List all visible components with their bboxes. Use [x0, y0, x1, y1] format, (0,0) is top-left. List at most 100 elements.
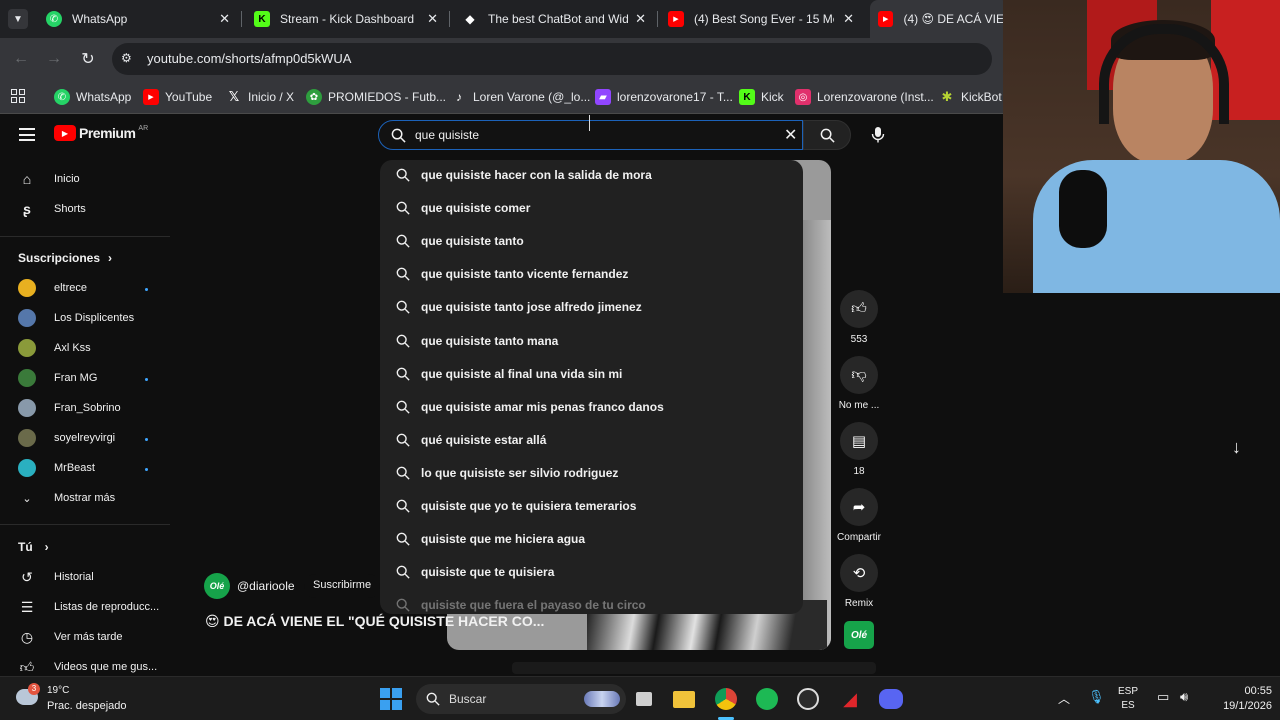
tray-chevron-up-icon[interactable]: ︿: [1058, 690, 1070, 707]
clear-search-icon[interactable]: ✕: [784, 125, 797, 145]
close-icon[interactable]: ✕: [219, 11, 230, 27]
sidebar-item-inicio[interactable]: ⌂ Inicio: [18, 169, 80, 189]
search-suggestion[interactable]: que quisiste tanto vicente fernandez: [396, 265, 628, 283]
suggestion-text: qué quisiste estar allá: [421, 432, 547, 447]
sidebar-subscription[interactable]: Axl Kss: [18, 338, 91, 358]
apps-grid-icon[interactable]: [11, 89, 25, 103]
comments-button[interactable]: ▤ 18: [836, 422, 882, 477]
sidebar-subscription[interactable]: Los Displicentes: [18, 308, 134, 328]
channel-avatar[interactable]: Olé: [204, 573, 230, 599]
windows-start-icon[interactable]: [377, 685, 405, 713]
dislike-button[interactable]: 👎︎ No me ...: [836, 356, 882, 411]
bookmark-twitch[interactable]: ▰ lorenzovarone17 - T...: [595, 86, 733, 108]
close-icon[interactable]: ✕: [427, 11, 438, 27]
obs-icon[interactable]: [794, 685, 822, 713]
search-suggestion[interactable]: quisiste que te quisiera: [396, 563, 554, 581]
sidebar-subscription[interactable]: Fran MG: [18, 368, 97, 388]
address-bar[interactable]: ⚙ youtube.com/shorts/afmp0d5kWUA: [112, 43, 992, 75]
back-arrow-icon[interactable]: ←: [10, 48, 32, 70]
sidebar-subscription[interactable]: Fran_Sobrino: [18, 398, 121, 418]
taskbar-search[interactable]: Buscar: [416, 684, 626, 714]
browser-tab-whatsapp[interactable]: ✆ WhatsApp ✕: [40, 0, 240, 38]
youtube-premium-logo[interactable]: ▶ Premium AR: [54, 125, 148, 141]
search-suggestion[interactable]: que quisiste tanto: [396, 232, 524, 250]
bookmark-kickbot[interactable]: ✱ KickBot: [939, 86, 1002, 108]
task-view-icon[interactable]: [630, 685, 658, 713]
sidebar-subscription[interactable]: eltrece: [18, 278, 87, 298]
next-video-arrow-icon[interactable]: ↓: [1232, 437, 1241, 458]
bookmark-instagram[interactable]: ◎ Lorenzovarone (Inst...: [795, 86, 934, 108]
url-text: youtube.com/shorts/afmp0d5kWUA: [147, 51, 352, 66]
search-suggestion[interactable]: lo que quisiste ser silvio rodriguez: [396, 464, 618, 482]
bookmark-promiedos[interactable]: ✿ PROMIEDOS - Futb...: [306, 86, 446, 108]
search-suggestion[interactable]: que quisiste tanto jose alfredo jimenez: [396, 298, 642, 316]
sidebar-item-liked[interactable]: 👍︎ Videos que me gus...: [18, 657, 157, 677]
bookmark-tiktok[interactable]: ♪ Loren Varone (@_lo...: [451, 86, 590, 108]
sidebar-item-shorts[interactable]: ʂ Shorts: [18, 199, 86, 219]
tab-title: (4) 😍 DE ACÁ VIENE: [903, 12, 1010, 26]
sidebar-item-watch-later[interactable]: ◷ Ver más tarde: [18, 627, 123, 647]
search-suggestion[interactable]: que quisiste tanto mana: [396, 332, 558, 350]
avatar: [18, 399, 36, 417]
suggestion-text: quisiste que me hiciera agua: [421, 532, 586, 547]
volume-icon[interactable]: 🔊︎: [1180, 689, 1188, 705]
close-icon[interactable]: ✕: [635, 11, 646, 27]
discord-icon[interactable]: [877, 685, 905, 713]
site-info-icon[interactable]: ⚙: [121, 51, 132, 65]
gaming-app-icon[interactable]: ◢: [836, 685, 864, 713]
reload-icon[interactable]: ↻: [77, 48, 99, 70]
clock[interactable]: 00:55 19/1/2026: [1202, 684, 1272, 714]
share-button[interactable]: ➦ Compartir: [836, 488, 882, 543]
browser-tab-youtube-active[interactable]: ▶ (4) 😍 DE ACÁ VIENE: [870, 0, 1010, 38]
search-suggestion[interactable]: qué quisiste estar allá: [396, 431, 546, 449]
subscribe-button[interactable]: Suscribirme: [304, 574, 381, 598]
remix-button[interactable]: ⟲ Remix: [836, 554, 882, 609]
weather-widget[interactable]: 3 19°C Prac. despejado: [14, 683, 134, 717]
network-icon[interactable]: ▭: [1157, 689, 1169, 705]
subscriptions-heading[interactable]: Suscripciones ›: [18, 251, 112, 265]
search-button[interactable]: [803, 120, 851, 150]
bookmark-whatsapp[interactable]: ✆ WhatsApp: [54, 86, 131, 108]
ole-channel-badge[interactable]: Olé: [844, 621, 874, 649]
search-suggestion[interactable]: que quisiste comer: [396, 199, 530, 217]
voice-search-mic-icon[interactable]: [871, 126, 885, 148]
sidebar-item-historial[interactable]: ↺ Historial: [18, 567, 94, 587]
search-suggestion[interactable]: quisiste que me hiciera agua: [396, 530, 585, 548]
sidebar-subscription[interactable]: soyelreyvirgi: [18, 428, 115, 448]
bookmark-youtube[interactable]: ▶ YouTube: [143, 86, 212, 108]
youtube-icon: ▶: [143, 89, 159, 105]
spotify-icon[interactable]: [753, 685, 781, 713]
video-title[interactable]: 😍 DE ACÁ VIENE EL "QUÉ QUISISTE HACER CO…: [205, 613, 544, 630]
playlist-icon: ☰: [20, 598, 34, 615]
search-suggestion[interactable]: quisiste que fuera el payaso de tu circo: [396, 596, 646, 614]
chevron-right-icon: ›: [44, 540, 49, 554]
bookmark-kick[interactable]: K Kick: [739, 86, 784, 108]
file-explorer-icon[interactable]: [670, 685, 698, 713]
sidebar-item-playlists[interactable]: ☰ Listas de reproducc...: [18, 597, 159, 617]
like-button[interactable]: 👍︎ 553: [836, 290, 882, 345]
kickbot-icon: ✱: [941, 89, 953, 104]
hamburger-menu-icon[interactable]: [19, 128, 35, 141]
browser-tab-chatbot[interactable]: ◆ The best ChatBot and Widg ✕: [456, 0, 656, 38]
tray-mic-icon[interactable]: 🎙︎: [1088, 689, 1105, 705]
close-icon[interactable]: ✕: [843, 11, 854, 27]
browser-tab-youtube-song[interactable]: ▶ (4) Best Song Ever - 15 Mel ✕: [664, 0, 864, 38]
search-suggestion[interactable]: quisiste que yo te quisiera temerarios: [396, 497, 636, 515]
browser-tab-kick[interactable]: K Stream - Kick Dashboard ✕: [248, 0, 448, 38]
sidebar-show-more[interactable]: ⌄ Mostrar más: [18, 488, 115, 508]
search-suggestion[interactable]: que quisiste al final una vida sin mi: [396, 365, 622, 383]
like-icon: 👍︎: [19, 658, 35, 675]
tab-list-chevron-icon[interactable]: ▼: [8, 9, 28, 29]
language-indicator[interactable]: ESP ES: [1118, 685, 1138, 713]
sidebar-subscription[interactable]: MrBeast: [18, 458, 95, 478]
search-suggestion[interactable]: que quisiste amar mis penas franco danos: [396, 398, 664, 416]
chrome-icon[interactable]: [712, 685, 740, 713]
you-heading[interactable]: Tú ›: [18, 540, 49, 554]
channel-handle[interactable]: @diarioole: [237, 579, 295, 593]
forward-arrow-icon[interactable]: →: [43, 48, 65, 70]
bookmark-x[interactable]: 𝕏 Inicio / X: [226, 86, 294, 108]
search-suggestion[interactable]: que quisiste hacer con la salida de mora: [396, 166, 652, 184]
tab-title: Stream - Kick Dashboard: [280, 12, 415, 26]
search-query-text: que quisiste: [415, 128, 480, 142]
video-below-bar: [512, 662, 876, 674]
